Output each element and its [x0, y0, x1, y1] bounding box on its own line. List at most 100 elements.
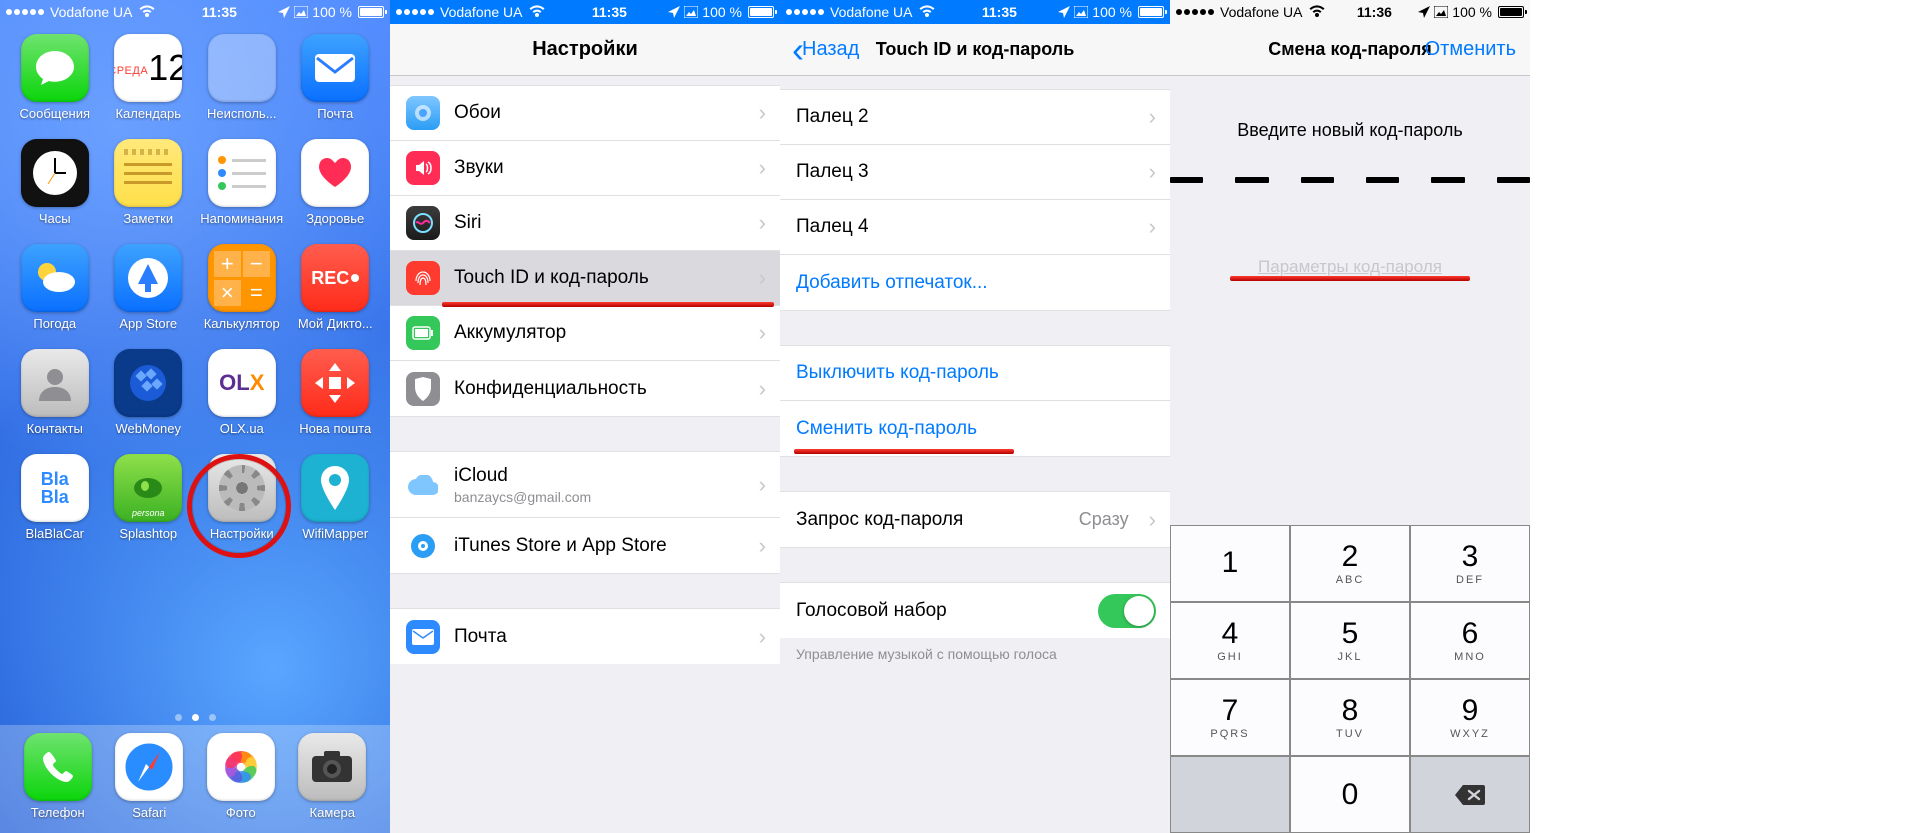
row-itunes[interactable]: iTunes Store и App Store ›	[390, 518, 780, 573]
passcode-options[interactable]: Параметры код-пароля	[1170, 257, 1530, 277]
key-2[interactable]: 2ABC	[1290, 525, 1410, 602]
nav-title: Смена код-пароля	[1268, 39, 1432, 60]
wifi-icon	[139, 0, 155, 24]
app-wifimapper[interactable]: WifiMapper	[293, 454, 379, 541]
status-bar: Vodafone UA 11:35 100 %	[780, 0, 1170, 24]
calendar-day: 12	[148, 50, 182, 86]
highlight-underline	[1230, 276, 1470, 281]
picture-icon	[294, 6, 308, 18]
row-icloud[interactable]: iCloud banzaycs@gmail.com ›	[390, 452, 780, 518]
key-7[interactable]: 7PQRS	[1170, 679, 1290, 756]
app-health[interactable]: Здоровье	[293, 139, 379, 226]
row-add-fingerprint[interactable]: Добавить отпечаток...	[780, 255, 1170, 310]
row-mail[interactable]: Почта ›	[390, 609, 780, 664]
screen-touchid: Vodafone UA 11:35 100 % ‹Назад Touch ID …	[780, 0, 1170, 833]
status-right: 100 %	[278, 0, 384, 24]
row-siri[interactable]: Siri ›	[390, 196, 780, 251]
keypad: 1 2ABC 3DEF 4GHI 5JKL 6MNO 7PQRS 8TUV 9W…	[1170, 525, 1530, 833]
touchid-icon	[406, 261, 440, 295]
screen-settings: Vodafone UA 11:35 100 % Настройки Обои ›…	[390, 0, 780, 833]
chevron-right-icon: ›	[1149, 507, 1156, 533]
key-5[interactable]: 5JKL	[1290, 602, 1410, 679]
row-finger-2[interactable]: Палец 2›	[780, 90, 1170, 145]
chevron-right-icon: ›	[759, 472, 766, 498]
prompt: Введите новый код-пароль	[1170, 120, 1530, 141]
battery-icon	[748, 6, 774, 18]
app-weather[interactable]: Погода	[12, 244, 98, 331]
picture-icon	[684, 6, 698, 18]
dock-phone[interactable]: Телефон	[24, 733, 92, 820]
row-finger-3[interactable]: Палец 3›	[780, 145, 1170, 200]
location-icon	[278, 6, 290, 18]
app-appstore[interactable]: App Store	[106, 244, 192, 331]
app-folder[interactable]: Неисполь...	[199, 34, 285, 121]
row-turnoff-passcode[interactable]: Выключить код-пароль	[780, 346, 1170, 401]
row-change-passcode[interactable]: Сменить код-пароль	[780, 401, 1170, 456]
screen-home: Vodafone UA 11:35 100 % Сообщения СРЕДА …	[0, 0, 390, 833]
navbar: ‹Назад Touch ID и код-пароль	[780, 24, 1170, 76]
wallpaper-icon	[406, 96, 440, 130]
dock: Телефон Safari Фото Камера	[0, 725, 390, 833]
row-require-passcode[interactable]: Запрос код-пароля Сразу ›	[780, 492, 1170, 547]
app-mail[interactable]: Почта	[293, 34, 379, 121]
key-9[interactable]: 9WXYZ	[1410, 679, 1530, 756]
wifi-icon	[919, 0, 935, 24]
key-4[interactable]: 4GHI	[1170, 602, 1290, 679]
app-calendar[interactable]: СРЕДА 12 Календарь	[106, 34, 192, 121]
home-grid: Сообщения СРЕДА 12 Календарь Неисполь...…	[0, 24, 390, 545]
chevron-right-icon: ›	[759, 320, 766, 346]
key-0[interactable]: 0	[1290, 756, 1410, 833]
app-blablacar[interactable]: BlaBlaBlaBlaCar	[12, 454, 98, 541]
battery-row-icon	[406, 316, 440, 350]
app-novaposhta[interactable]: Нова пошта	[293, 349, 379, 436]
app-dictaphone[interactable]: REC Мой Дикто...	[293, 244, 379, 331]
key-1[interactable]: 1	[1170, 525, 1290, 602]
backspace-icon	[1453, 783, 1487, 807]
chevron-right-icon: ›	[759, 376, 766, 402]
app-webmoney[interactable]: WebMoney	[106, 349, 192, 436]
dock-safari[interactable]: Safari	[115, 733, 183, 820]
status-bar: Vodafone UA 11:35 100 %	[0, 0, 390, 24]
navbar: Настройки	[390, 24, 780, 76]
key-6[interactable]: 6MNO	[1410, 602, 1530, 679]
chevron-right-icon: ›	[1149, 104, 1156, 130]
signal-icon	[6, 9, 44, 15]
row-battery[interactable]: Аккумулятор ›	[390, 306, 780, 361]
carrier: Vodafone UA	[50, 0, 133, 24]
app-clock[interactable]: Часы	[12, 139, 98, 226]
app-reminders[interactable]: Напоминания	[199, 139, 285, 226]
wifi-icon	[1309, 0, 1325, 24]
app-notes[interactable]: Заметки	[106, 139, 192, 226]
app-splashtop[interactable]: persona Splashtop	[106, 454, 192, 541]
chevron-right-icon: ›	[759, 100, 766, 126]
back-button[interactable]: ‹Назад	[784, 24, 867, 75]
key-backspace[interactable]	[1410, 756, 1530, 833]
highlight-underline	[442, 302, 774, 307]
chevron-right-icon: ›	[1149, 159, 1156, 185]
toggle-on[interactable]	[1098, 594, 1156, 628]
row-voice-dial[interactable]: Голосовой набор	[780, 583, 1170, 638]
siri-icon	[406, 206, 440, 240]
page-dots	[0, 714, 390, 721]
passcode-dashes	[1170, 177, 1530, 183]
navbar: Смена код-пароля Отменить	[1170, 24, 1530, 76]
status-bar: Vodafone UA 11:36 100 %	[1170, 0, 1530, 24]
chevron-right-icon: ›	[1149, 214, 1156, 240]
row-finger-4[interactable]: Палец 4›	[780, 200, 1170, 255]
row-wallpaper[interactable]: Обои ›	[390, 86, 780, 141]
cancel-button[interactable]: Отменить	[1417, 24, 1524, 75]
dock-photos[interactable]: Фото	[207, 733, 275, 820]
itunes-icon	[406, 529, 440, 563]
row-sounds[interactable]: Звуки ›	[390, 141, 780, 196]
app-olx[interactable]: OLX OLX.ua	[199, 349, 285, 436]
passcode-body: Введите новый код-пароль Параметры код-п…	[1170, 76, 1530, 277]
dock-camera[interactable]: Камера	[298, 733, 366, 820]
row-touchid[interactable]: Touch ID и код-пароль ›	[390, 251, 780, 306]
key-8[interactable]: 8TUV	[1290, 679, 1410, 756]
row-privacy[interactable]: Конфиденциальность ›	[390, 361, 780, 416]
nav-title: Настройки	[532, 38, 638, 61]
app-calculator[interactable]: + − × = Калькулятор	[199, 244, 285, 331]
app-messages[interactable]: Сообщения	[12, 34, 98, 121]
key-3[interactable]: 3DEF	[1410, 525, 1530, 602]
app-contacts[interactable]: Контакты	[12, 349, 98, 436]
